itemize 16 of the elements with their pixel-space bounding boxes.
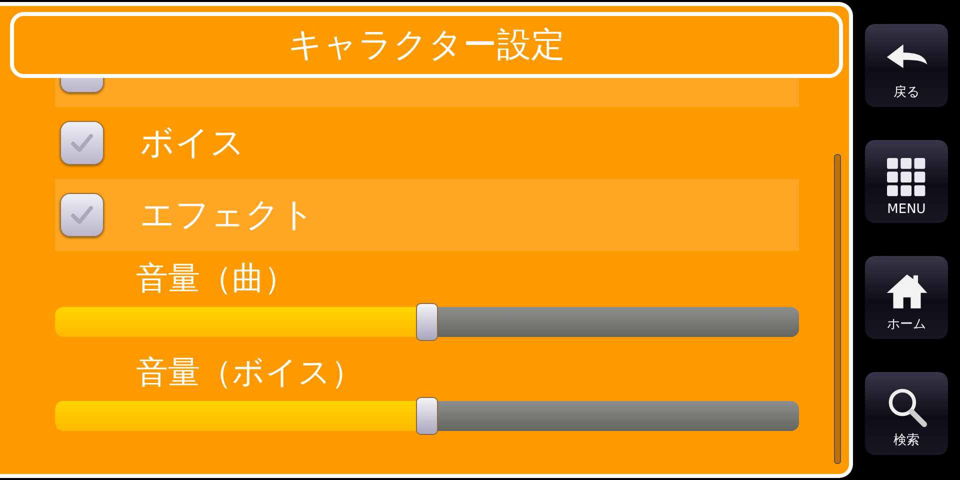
- slider-label: 音量（曲）: [135, 258, 297, 299]
- option-label: ボイス: [140, 122, 245, 165]
- slider-thumb[interactable]: [416, 303, 438, 341]
- scrollbar[interactable]: [834, 154, 841, 464]
- slider-label: 音量（ボイス）: [135, 352, 364, 393]
- menu-button[interactable]: MENU: [865, 140, 948, 223]
- screen-title: キャラクター設定: [288, 24, 565, 67]
- checkbox[interactable]: [60, 193, 104, 237]
- checkmark-icon: [71, 206, 93, 224]
- slider-thumb[interactable]: [416, 397, 438, 435]
- home-button[interactable]: ホーム: [865, 256, 948, 339]
- checkbox[interactable]: [60, 121, 104, 165]
- checkmark-icon: [71, 134, 93, 152]
- search-button[interactable]: 検索: [865, 372, 948, 455]
- option-label: エフェクト: [140, 194, 315, 237]
- back-button[interactable]: 戻る: [865, 24, 948, 107]
